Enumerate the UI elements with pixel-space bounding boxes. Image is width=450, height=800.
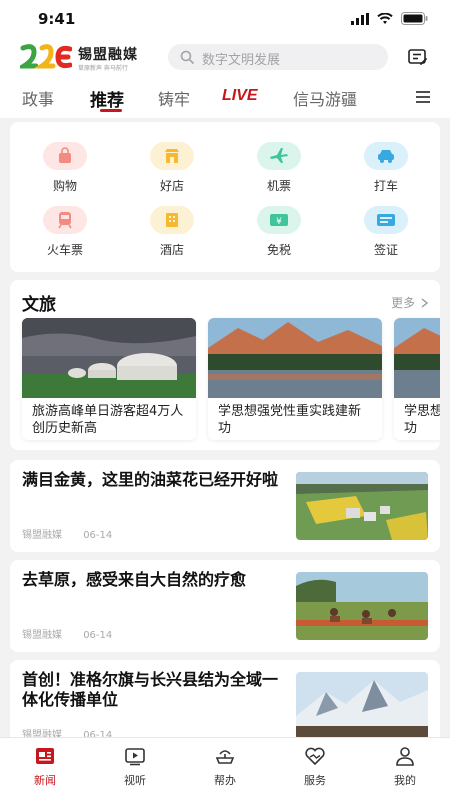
logo-subtitle: 草原新声 奔马前行 — [78, 65, 128, 72]
taxi-icon — [378, 150, 394, 163]
chevron-right-icon — [421, 298, 429, 308]
culture-section: 文旅 更多 旅游高峰单日游客超4万人创历史新高 学思想强党性重实践建新功 学思想… — [10, 280, 440, 450]
service-label: 购物 — [52, 179, 77, 193]
news-image — [296, 572, 428, 640]
active-tab-indicator — [100, 109, 122, 112]
service-taxi[interactable]: 打车 — [351, 142, 421, 194]
airplane-icon — [270, 148, 288, 163]
app-header: 锡盟融媒 草原新声 奔马前行 数字文明发展 — [0, 38, 450, 78]
profile-icon — [396, 747, 414, 766]
news-meta: 锡盟融媒 06-14 — [22, 626, 130, 641]
search-placeholder: 数字文明发展 — [202, 53, 281, 68]
news-image — [296, 672, 428, 740]
news-icon — [36, 748, 54, 764]
shopping-bag-icon — [59, 147, 71, 163]
tab-politics[interactable]: 政事 — [22, 86, 54, 110]
train-icon — [58, 212, 72, 229]
service-visa[interactable]: 签证 — [351, 206, 421, 258]
culture-card[interactable]: 旅游高峰单日游客超4万人创历史新高 — [22, 318, 196, 440]
nav-profile[interactable]: 我的 — [375, 746, 435, 788]
tab-recommend[interactable]: 推荐 — [90, 86, 124, 111]
signal-icon — [351, 12, 369, 25]
culture-card[interactable]: 学思想强党性重实践建新功 — [394, 318, 440, 440]
service-label: 机票 — [266, 179, 291, 193]
tab-zhulao[interactable]: 铸牢 — [158, 86, 190, 110]
card-image — [22, 318, 196, 398]
card-title: 学思想强党性重实践建新功 — [218, 404, 362, 436]
search-bar[interactable]: 数字文明发展 — [168, 44, 388, 70]
news-item[interactable]: 满目金黄，这里的油菜花已经开好啦 锡盟融媒 06-14 — [10, 460, 440, 552]
service-hotel[interactable]: 酒店 — [137, 206, 207, 258]
nav-label: 新闻 — [34, 774, 56, 787]
card-image — [208, 318, 382, 398]
menu-icon[interactable] — [416, 91, 430, 103]
service-good-shop[interactable]: 好店 — [137, 142, 207, 194]
service-duty-free[interactable]: ¥ 免税 — [244, 206, 314, 258]
news-source: 锡盟融媒 — [22, 630, 62, 641]
section-title: 文旅 — [22, 295, 56, 315]
shop-icon — [165, 149, 179, 163]
service-label: 签证 — [373, 243, 398, 257]
service-shopping[interactable]: 购物 — [30, 142, 100, 194]
nav-news[interactable]: 新闻 — [15, 746, 75, 788]
hotel-icon — [166, 213, 178, 227]
status-icons — [351, 12, 428, 25]
news-title: 首创！准格尔旗与长兴县结为全域一体化传播单位 — [22, 670, 279, 709]
card-image — [394, 318, 440, 398]
service-train[interactable]: 火车票 — [30, 206, 100, 258]
news-date: 06-14 — [83, 630, 113, 641]
help-icon — [215, 750, 235, 764]
logo-mark-icon — [20, 44, 72, 69]
nav-help[interactable]: 帮办 — [195, 746, 255, 788]
news-meta: 锡盟融媒 06-14 — [22, 526, 130, 541]
visa-icon — [377, 214, 395, 226]
more-label: 更多 — [391, 296, 416, 310]
service-label: 打车 — [373, 179, 398, 193]
news-title: 满目金黄，这里的油菜花已经开好啦 — [22, 470, 279, 489]
status-bar: 9:41 — [0, 0, 450, 38]
card-title: 旅游高峰单日游客超4万人创历史新高 — [32, 404, 184, 436]
duty-free-icon: ¥ — [270, 214, 288, 227]
nav-label: 视听 — [124, 774, 146, 787]
status-time: 9:41 — [38, 10, 76, 28]
card-title: 学思想强党性重实践建新功 — [404, 404, 440, 436]
bottom-nav: 新闻 视听 帮办 服务 我的 — [0, 737, 450, 800]
news-item[interactable]: 去草原，感受来自大自然的疗愈 锡盟融媒 06-14 — [10, 560, 440, 652]
nav-service[interactable]: 服务 — [285, 746, 345, 788]
more-link[interactable]: 更多 — [391, 294, 429, 311]
svg-text:¥: ¥ — [276, 217, 282, 227]
logo-text: 锡盟融媒 — [78, 47, 138, 63]
service-label: 免税 — [266, 243, 291, 257]
battery-icon — [401, 12, 428, 25]
app-logo[interactable]: 锡盟融媒 草原新声 奔马前行 — [20, 42, 160, 74]
culture-card[interactable]: 学思想强党性重实践建新功 — [208, 318, 382, 440]
service-label: 酒店 — [159, 243, 184, 257]
news-title: 去草原，感受来自大自然的疗愈 — [22, 570, 247, 589]
tab-fade — [380, 78, 416, 118]
news-date: 06-14 — [83, 530, 113, 541]
channel-tabs: 政事 推荐 铸牢 LIVE 信马游疆 — [0, 78, 450, 118]
news-image — [296, 472, 428, 540]
edit-note-icon[interactable] — [408, 48, 428, 66]
service-icon — [305, 747, 325, 766]
tab-live[interactable]: LIVE — [222, 87, 258, 105]
video-icon — [125, 748, 145, 766]
service-label: 好店 — [159, 179, 184, 193]
service-label: 火车票 — [46, 243, 83, 257]
wifi-icon — [377, 12, 393, 24]
nav-video[interactable]: 视听 — [105, 746, 165, 788]
search-icon — [180, 50, 194, 64]
service-flight[interactable]: 机票 — [244, 142, 314, 194]
nav-label: 服务 — [304, 774, 326, 787]
services-grid: 购物 好店 机票 打车 火车票 酒店 ¥ 免税 签证 — [10, 122, 440, 272]
nav-label: 我的 — [394, 774, 416, 787]
news-source: 锡盟融媒 — [22, 530, 62, 541]
tab-travel[interactable]: 信马游疆 — [293, 86, 357, 110]
nav-label: 帮办 — [214, 774, 236, 787]
